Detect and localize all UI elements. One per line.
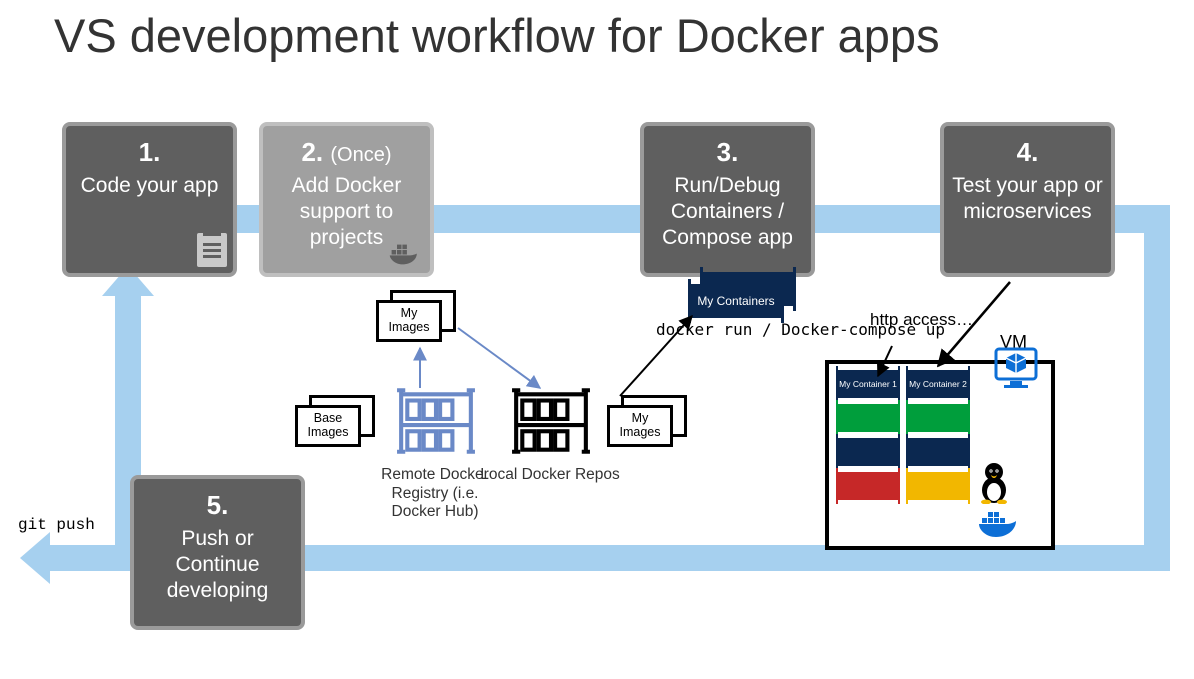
image-stack-label: My Images [607, 405, 673, 447]
docker-whale-icon [976, 508, 1020, 544]
my-containers-stack: My Containers [688, 272, 796, 318]
step-1-code-app: 1. Code your app [62, 122, 237, 277]
step-3-run-debug-containers: 3. Run/Debug Containers / Compose app [640, 122, 815, 277]
vm-container-red [836, 472, 900, 500]
local-repos-rack-icon [510, 380, 592, 462]
vm-monitor-icon [992, 345, 1040, 393]
my-images-stack-top: My Images [376, 290, 456, 342]
vm-container-yellow [906, 472, 970, 500]
image-stack-label: Base Images [295, 405, 361, 447]
step-5-push-continue: 5. Push or Continue developing [130, 475, 305, 630]
step-2-add-docker-support: 2. (Once) Add Docker support to projects [259, 122, 434, 277]
my-images-stack-local: My Images [607, 395, 687, 447]
linux-penguin-icon [976, 460, 1012, 504]
docker-icon [388, 241, 424, 267]
vm-container-column-left: My Container 1 [836, 370, 900, 506]
local-repos-label: Local Docker Repos [480, 466, 620, 485]
base-images-stack: Base Images [295, 395, 375, 447]
vm-container-navy [836, 438, 900, 466]
document-icon [197, 233, 227, 267]
vm-container-mycontainer2: My Container 2 [906, 370, 970, 398]
vm-container-mycontainer1: My Container 1 [836, 370, 900, 398]
step-number: 5. [207, 489, 229, 522]
step-4-test-app: 4. Test your app or microservices [940, 122, 1115, 277]
vm-container-green [836, 404, 900, 432]
step-number: 1. [139, 136, 161, 169]
step-number: 2. (Once) [301, 136, 391, 169]
remote-registry-rack-icon [395, 380, 477, 462]
flow-connector-right [1144, 205, 1170, 571]
step-text: Add Docker support to projects [271, 173, 422, 252]
git-push-label: git push [18, 516, 95, 534]
step-text: Test your app or microservices [952, 173, 1103, 226]
step-number: 4. [1017, 136, 1039, 169]
step-text: Run/Debug Containers / Compose app [652, 173, 803, 252]
http-access-label: http access… [870, 310, 973, 330]
step-text: Push or Continue developing [142, 526, 293, 605]
vm-container-column-right: My Container 2 [906, 370, 970, 506]
flow-arrowhead-push [20, 532, 50, 584]
step-text: Code your app [81, 173, 219, 199]
vm-container-navy [906, 438, 970, 466]
diagram-title: VS development workflow for Docker apps [54, 8, 940, 63]
vm-container-green [906, 404, 970, 432]
step-number: 3. [717, 136, 739, 169]
image-stack-label: My Images [376, 300, 442, 342]
